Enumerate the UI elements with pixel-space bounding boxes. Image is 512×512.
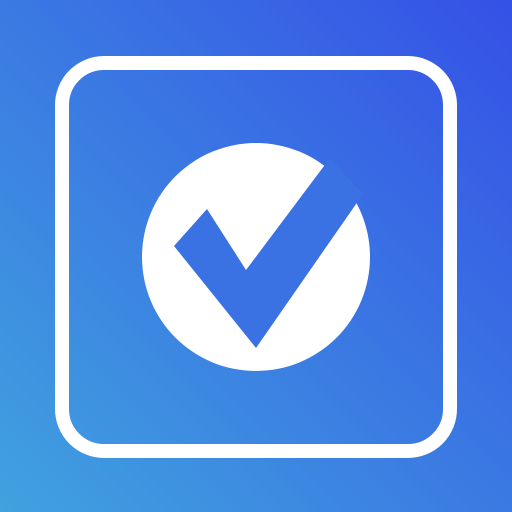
app-icon-graphic xyxy=(0,0,512,512)
checkmark-app-icon xyxy=(0,0,512,512)
